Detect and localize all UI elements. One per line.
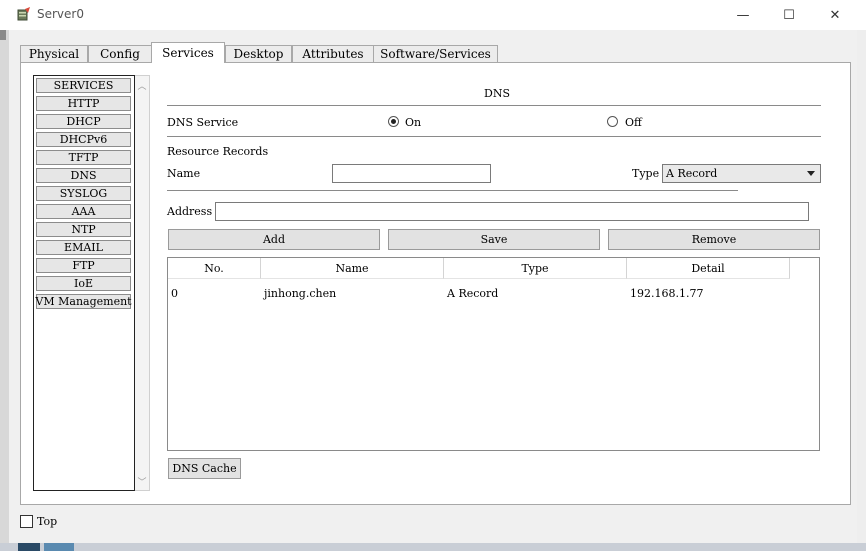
tab-attributes[interactable]: Attributes (292, 45, 374, 62)
service-ioe[interactable]: IoE (36, 276, 131, 291)
service-ntp[interactable]: NTP (36, 222, 131, 237)
dns-cache-button[interactable]: DNS Cache (168, 458, 241, 479)
name-input[interactable] (332, 164, 491, 183)
chevron-down-icon (807, 171, 815, 176)
dns-records-table: No. Name Type Detail 0 jinhong.chen A Re… (167, 257, 820, 451)
address-label: Address (167, 205, 213, 218)
taskbar-fragment (0, 543, 866, 551)
name-label: Name (167, 167, 201, 180)
divider (167, 190, 738, 191)
scroll-down-icon[interactable]: ﹀ (135, 474, 149, 488)
service-http[interactable]: HTTP (36, 96, 131, 111)
window-right-edge (857, 30, 866, 551)
tab-config[interactable]: Config (88, 45, 152, 62)
type-label: Type (632, 167, 660, 180)
remove-button[interactable]: Remove (608, 229, 820, 250)
service-dhcpv6[interactable]: DHCPv6 (36, 132, 131, 147)
close-button[interactable]: ✕ (812, 0, 858, 30)
dns-heading: DNS (484, 87, 510, 100)
window-title: Server0 (37, 7, 84, 21)
cell-name: jinhong.chen (264, 287, 337, 300)
server-app-icon (17, 7, 30, 21)
column-header-name[interactable]: Name (261, 258, 444, 279)
maximize-button[interactable]: ☐ (766, 0, 812, 30)
service-vm-management[interactable]: VM Management (35, 294, 132, 309)
column-header-no[interactable]: No. (168, 258, 261, 279)
service-syslog[interactable]: SYSLOG (36, 186, 131, 201)
service-tftp[interactable]: TFTP (36, 150, 131, 165)
service-dhcp[interactable]: DHCP (36, 114, 131, 129)
tab-physical[interactable]: Physical (20, 45, 88, 62)
dns-service-label: DNS Service (167, 116, 239, 129)
dns-on-radio[interactable] (388, 116, 399, 127)
background-window-edge (0, 0, 9, 551)
top-checkbox[interactable] (20, 515, 33, 528)
service-header: SERVICES (36, 78, 131, 93)
window-client-area: Physical Config Services Desktop Attribu… (9, 30, 857, 543)
tab-desktop[interactable]: Desktop (225, 45, 292, 62)
tab-software-services[interactable]: Software/Services (373, 45, 498, 62)
resource-records-label: Resource Records (167, 145, 269, 158)
address-input[interactable] (215, 202, 809, 221)
service-aaa[interactable]: AAA (36, 204, 131, 219)
services-tab-panel: SERVICES HTTP DHCP DHCPv6 TFTP DNS SYSLO… (20, 62, 851, 505)
table-row[interactable]: 0 jinhong.chen A Record 192.168.1.77 (168, 285, 819, 303)
services-list: SERVICES HTTP DHCP DHCPv6 TFTP DNS SYSLO… (33, 75, 135, 491)
scroll-up-icon[interactable]: ︿ (135, 78, 149, 92)
title-bar[interactable]: Server0 — ☐ ✕ (0, 0, 866, 30)
dns-on-label[interactable]: On (405, 116, 421, 129)
cell-no: 0 (171, 287, 178, 300)
column-header-detail[interactable]: Detail (627, 258, 790, 279)
service-ftp[interactable]: FTP (36, 258, 131, 273)
tab-services[interactable]: Services (151, 42, 225, 63)
dns-off-label[interactable]: Off (625, 116, 642, 129)
top-label[interactable]: Top (37, 515, 57, 528)
add-button[interactable]: Add (168, 229, 380, 250)
dns-off-radio[interactable] (607, 116, 618, 127)
taskbar-item (18, 543, 40, 551)
type-select-value: A Record (666, 167, 718, 180)
type-select[interactable]: A Record (662, 164, 821, 183)
column-header-type[interactable]: Type (444, 258, 627, 279)
taskbar-item (44, 543, 74, 551)
divider (167, 105, 821, 106)
cell-detail: 192.168.1.77 (630, 287, 704, 300)
divider (167, 136, 821, 137)
save-button[interactable]: Save (388, 229, 600, 250)
minimize-button[interactable]: — (720, 0, 766, 30)
cell-type: A Record (447, 287, 499, 300)
service-dns[interactable]: DNS (36, 168, 131, 183)
services-scrollbar[interactable]: ︿ ﹀ (135, 75, 150, 491)
service-email[interactable]: EMAIL (36, 240, 131, 255)
